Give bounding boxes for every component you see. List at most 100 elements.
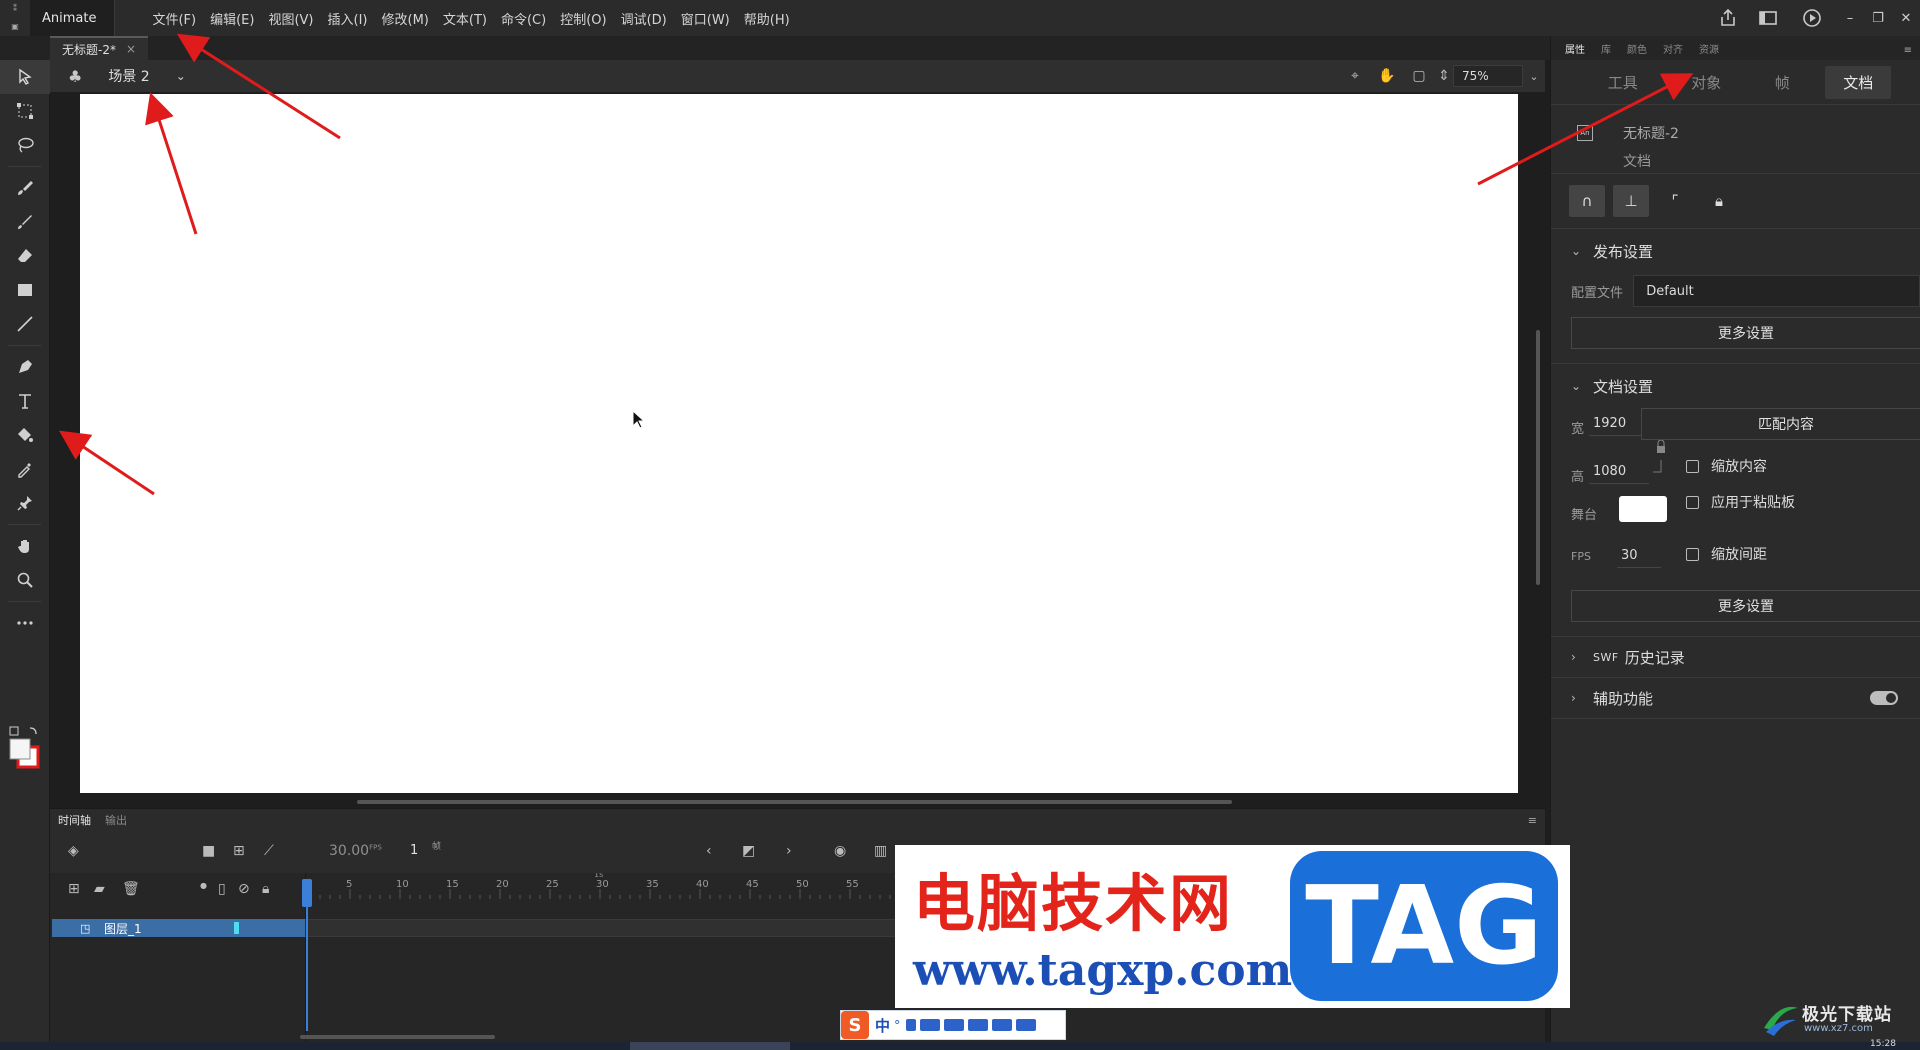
menu-insert[interactable]: 插入(I) [321, 9, 375, 28]
minimize-button[interactable]: – [1836, 11, 1864, 26]
system-menu[interactable]: ⁑ ▣ [0, 5, 30, 31]
graph-icon[interactable]: ⟋ [264, 843, 274, 859]
toolbox-icon[interactable] [968, 1019, 989, 1031]
layer-parenting-icon[interactable]: ⊞ [233, 843, 245, 859]
swf-history-header[interactable]: › SWF 历史记录 [1551, 637, 1920, 677]
camera-icon[interactable]: ■ [202, 843, 215, 859]
center-stage-icon[interactable]: ⌖ [1339, 68, 1371, 84]
snap-to-objects-icon[interactable]: ∩ [1569, 185, 1605, 217]
layers-icon[interactable]: ◈ [68, 843, 79, 859]
highlight-layers-icon[interactable]: ● [200, 881, 207, 890]
document-settings-header[interactable]: ⌄ 文档设置 [1551, 364, 1920, 408]
eyedropper-tool[interactable] [0, 452, 50, 486]
paint-brush-tool[interactable] [0, 171, 50, 205]
ime-mode[interactable]: 中 [875, 1015, 890, 1036]
skin-icon[interactable] [944, 1019, 965, 1031]
timeline-scrollbar[interactable] [300, 1035, 495, 1039]
profile-select[interactable]: Default [1633, 275, 1920, 307]
document-more-settings-button[interactable]: 更多设置 [1571, 590, 1920, 622]
share-icon[interactable] [1718, 8, 1738, 28]
brush-tool[interactable] [0, 205, 50, 239]
stage-horizontal-scrollbar[interactable] [357, 800, 1232, 804]
taskbar-active-app[interactable] [630, 1042, 790, 1050]
subtab-frame[interactable]: 帧 [1757, 66, 1808, 99]
more-tools-button[interactable] [0, 606, 50, 640]
tab-color[interactable]: 颜色 [1619, 41, 1655, 60]
menu-help[interactable]: 帮助(H) [737, 9, 797, 28]
stage-vertical-scrollbar[interactable] [1536, 330, 1540, 585]
panel-menu-icon[interactable]: ≡ [1896, 45, 1920, 60]
delete-layer-icon[interactable]: 🗑︎ [122, 881, 140, 897]
stage-pasteboard[interactable] [50, 92, 1545, 800]
scale-spacing-checkbox[interactable] [1686, 547, 1699, 561]
stroke-fill-colors[interactable] [8, 725, 42, 769]
stage-color-swatch[interactable] [1619, 496, 1667, 522]
test-movie-icon[interactable] [1802, 8, 1822, 28]
close-button[interactable]: ✕ [1892, 11, 1920, 26]
panel-layout-icon[interactable] [1758, 8, 1778, 28]
scale-content-option[interactable]: 缩放内容 [1686, 448, 1767, 484]
apply-pasteboard-checkbox[interactable] [1686, 495, 1699, 509]
close-tab-icon[interactable]: × [126, 42, 136, 56]
chevron-down-icon[interactable]: ⌄ [176, 69, 186, 83]
tab-output[interactable]: 输出 [105, 812, 141, 828]
tab-align[interactable]: 对齐 [1655, 41, 1691, 60]
next-keyframe-icon[interactable]: › [786, 843, 792, 859]
edit-multiple-frames-icon[interactable]: ▥ [874, 843, 887, 859]
zoom-dropdown-icon[interactable]: ⌄ [1523, 70, 1545, 83]
menu-edit[interactable]: 编辑(E) [203, 9, 261, 28]
tab-assets[interactable]: 资源 [1691, 41, 1727, 60]
timeline-fps[interactable]: 30.00FPS [329, 843, 382, 859]
snap-to-grid-icon[interactable]: ⊥ [1613, 185, 1649, 217]
accessibility-toggle[interactable] [1870, 691, 1898, 705]
publish-more-settings-button[interactable]: 更多设置 [1571, 317, 1920, 349]
menu-debug[interactable]: 调试(D) [614, 9, 674, 28]
text-tool[interactable] [0, 384, 50, 418]
lasso-tool[interactable] [0, 128, 50, 162]
menu-window[interactable]: 窗口(W) [674, 9, 737, 28]
line-tool[interactable] [0, 307, 50, 341]
tab-properties[interactable]: 属性 [1557, 41, 1593, 60]
menu-file[interactable]: 文件(F) [145, 9, 203, 28]
keyboard-icon[interactable] [920, 1019, 941, 1031]
document-tab[interactable]: 无标题-2* × [50, 36, 149, 60]
subtab-tool[interactable]: 工具 [1590, 66, 1656, 99]
publish-settings-header[interactable]: ⌄ 发布设置 [1551, 229, 1920, 273]
scene-name[interactable]: 场景 2 [108, 66, 149, 86]
layer-row[interactable]: ◳ 图层_1 [52, 919, 305, 937]
menu-control[interactable]: 控制(O) [553, 9, 613, 28]
current-frame[interactable]: 1 [410, 843, 418, 858]
onion-skin-icon[interactable]: ◉ [834, 843, 846, 859]
menu-view[interactable]: 视图(V) [261, 9, 320, 28]
scale-spacing-option[interactable]: 缩放间距 [1686, 536, 1767, 572]
hand-tool[interactable] [0, 529, 50, 563]
previous-keyframe-icon[interactable]: ‹ [706, 843, 712, 859]
restore-button[interactable]: ❐ [1864, 11, 1892, 26]
fps-input[interactable]: 30 [1617, 544, 1661, 568]
pen-tool[interactable] [0, 350, 50, 384]
width-input[interactable]: 1920 [1589, 412, 1649, 436]
tab-timeline[interactable]: 时间轴 [58, 812, 105, 828]
paint-bucket-tool[interactable] [0, 418, 50, 452]
rotate-stage-icon[interactable]: ✋ [1371, 68, 1403, 84]
clip-content-icon[interactable]: ▢ [1403, 68, 1435, 84]
menu-modify[interactable]: 修改(M) [375, 9, 436, 28]
insert-keyframe-icon[interactable]: ◩ [742, 843, 755, 859]
punctuation-icon[interactable]: ° [894, 1019, 902, 1034]
stage-canvas[interactable] [80, 94, 1518, 793]
microphone-icon[interactable] [906, 1019, 917, 1031]
match-contents-button[interactable]: 匹配内容 [1641, 408, 1920, 440]
lock-layer-icon[interactable]: 🔒︎ [262, 881, 269, 897]
height-input[interactable]: 1080 [1589, 460, 1649, 484]
new-folder-icon[interactable]: ▰ [94, 881, 105, 897]
scene-icon[interactable]: ♣ [68, 67, 82, 86]
new-layer-icon[interactable]: ⊞ [68, 881, 80, 897]
zoom-stepper-icon[interactable]: ⇕ [1435, 68, 1453, 84]
subtab-document[interactable]: 文档 [1825, 65, 1892, 99]
subtab-object[interactable]: 对象 [1673, 66, 1739, 99]
zoom-tool[interactable] [0, 563, 50, 597]
layer-name[interactable]: 图层_1 [104, 920, 142, 937]
timeline-menu-icon[interactable]: ≡ [1528, 814, 1545, 827]
accessibility-header[interactable]: › 辅助功能 [1551, 678, 1920, 718]
ime-toolbar[interactable]: S 中 ° [840, 1010, 1066, 1040]
